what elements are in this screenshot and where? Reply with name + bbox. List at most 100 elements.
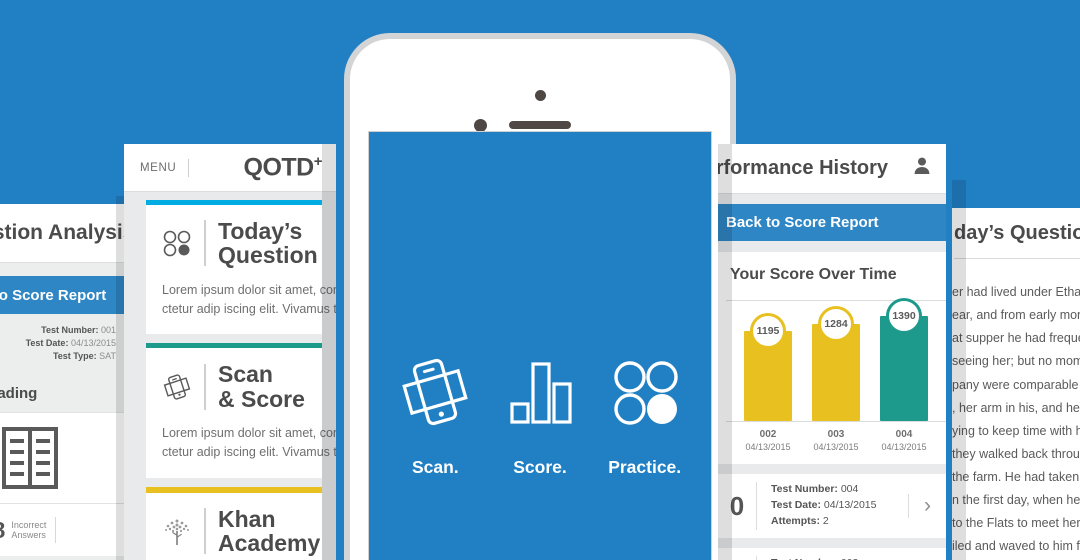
- card-body: Today’s Question Lorem ipsum dolor sit a…: [146, 205, 336, 334]
- qotd-card-todays-question[interactable]: Today’s Question Lorem ipsum dolor sit a…: [146, 200, 336, 335]
- card-body: Khan Academy: [146, 493, 322, 560]
- reading-passage: er had lived under Ethan’s ear, and from …: [952, 271, 1080, 560]
- document-icon: [2, 427, 58, 490]
- meta-test-date: Test Date: 04/13/2015: [25, 338, 116, 349]
- back-to-score-report-button[interactable]: Back to Score Report: [0, 276, 130, 314]
- bar-chart-icon: [502, 354, 578, 435]
- qotd-card-scan-and-score[interactable]: Scan & Score Lorem ipsum dolor sit amet,…: [146, 343, 336, 478]
- feature-practice[interactable]: Practice.: [592, 354, 697, 478]
- history-details: Test Number: 004 Test Date: 04/13/2015 A…: [756, 482, 908, 530]
- chart-bar-group[interactable]: 1390: [880, 298, 928, 421]
- reading-line: to the Flats to meet her, a: [952, 516, 1080, 531]
- meta-test-number: Test Number: 001: [41, 325, 116, 335]
- feature-label: Practice.: [608, 457, 682, 477]
- card-heading-row: Scan & Score: [162, 362, 322, 411]
- qotd-logo: QOTD+: [243, 152, 323, 182]
- chart-x-tick: 004 04/13/2015: [881, 429, 927, 452]
- page-title: Question Analysis: [0, 221, 130, 244]
- scan-phone-icon: [162, 371, 192, 403]
- reading-line: ear, and from early mor nin: [952, 308, 1080, 323]
- header-rule: [954, 258, 1080, 259]
- chart-plot-area: 1195 1284 1390: [726, 298, 946, 422]
- question-analysis-header: Question Analysis: [0, 204, 130, 262]
- performance-history-panel: rformance History Back to Score Report Y…: [718, 144, 946, 560]
- feature-row: Scan. Score. Practice.: [369, 354, 711, 478]
- menu-button[interactable]: MENU: [140, 162, 176, 174]
- history-details: Test Number: 003 Test Date: 04/13/2015 A…: [756, 556, 908, 560]
- phone-screen: Scan. Score. Practice.: [368, 131, 712, 560]
- card-title: Scan & Score: [218, 361, 305, 412]
- history-row[interactable]: 0 Test Number: 004 Test Date: 04/13/2015…: [718, 474, 946, 538]
- card-divider: [204, 363, 206, 410]
- qotd-card-khan-academy[interactable]: Khan Academy: [146, 486, 322, 560]
- performance-history-header: rformance History: [718, 144, 946, 193]
- chart-value-bubble: 1284: [818, 306, 854, 342]
- reading-line: at supper he had frequen: [952, 331, 1080, 346]
- chart-value-bubble: 1390: [886, 298, 922, 334]
- reading-line: the farm. He had taken t: [952, 470, 1080, 484]
- dots-grid-icon: [162, 229, 192, 257]
- reading-line: , her arm in his, and her: [952, 400, 1080, 415]
- meta-test-type: Test Type: SAT: [52, 351, 116, 362]
- chart-bar-group[interactable]: 1284: [812, 306, 860, 421]
- card-title: Today’s Question: [218, 218, 318, 269]
- user-icon[interactable]: [912, 156, 932, 181]
- screenshot-stage: Question Analysis Back to Score Report T…: [0, 0, 1080, 560]
- question-analysis-panel: Question Analysis Back to Score Report T…: [0, 196, 130, 560]
- incorrect-answers-count: 8: [0, 517, 5, 544]
- feature-label: Scan.: [411, 457, 459, 477]
- chart-title: Your Score Over Time: [730, 266, 897, 283]
- card-description: Lorem ipsum dolor sit amet, cor ctetur a…: [162, 282, 336, 316]
- card-description: Lorem ipsum dolor sit amet, cor ctetur a…: [162, 426, 336, 459]
- chart-x-tick: 003 04/13/2015: [813, 429, 859, 452]
- chart-x-tick: 002 04/13/2015: [745, 429, 791, 452]
- qotd-panel: MENU QOTD+ Today’s Question Lorem ipsum …: [124, 144, 336, 560]
- todays-question-reading-panel: day’s Question er had lived under Ethan’…: [952, 180, 1080, 560]
- panel-left-shadow: [718, 144, 732, 560]
- document-icon-container: [0, 412, 130, 505]
- card-heading-row: Khan Academy: [162, 505, 322, 556]
- section-title: on 1 - Reading: [0, 385, 38, 403]
- cell-divider: [55, 517, 57, 544]
- history-row[interactable]: 4 Test Number: 003 Test Date: 04/13/2015…: [718, 548, 946, 560]
- panel-right-shadow: [322, 144, 336, 560]
- score-over-time-chart-card: Your Score Over Time 1195 1284 1390 002 …: [718, 252, 946, 464]
- test-meta: Test Number: 001 Test Date: 04/13/2015 T…: [0, 314, 130, 373]
- feature-label: Score.: [513, 457, 567, 477]
- incorrect-answers-cell: 8 Incorrect Answers: [0, 517, 55, 544]
- card-body: Scan & Score Lorem ipsum dolor sit amet,…: [146, 348, 336, 477]
- panel-left-shadow: [952, 180, 966, 560]
- chart-bar-group[interactable]: 1195: [744, 313, 792, 421]
- panel-top-accent-bar: [0, 196, 130, 204]
- card-title: Khan Academy: [218, 505, 321, 556]
- card-divider: [204, 507, 206, 554]
- back-to-score-report-button[interactable]: Back to Score Report: [718, 204, 946, 241]
- page-title: day’s Question: [954, 222, 1080, 244]
- header-divider: [188, 158, 190, 177]
- reading-line: er had lived under Ethan’s: [952, 285, 1080, 299]
- chevron-right-icon[interactable]: ›: [908, 494, 946, 518]
- reading-line: ying to keep time with his: [952, 423, 1080, 438]
- reading-header: day’s Question: [952, 208, 1080, 271]
- earpiece-speaker-icon: [509, 121, 571, 129]
- qotd-header: MENU QOTD+: [124, 144, 336, 191]
- chart-value-bubble: 1195: [750, 313, 786, 349]
- incorrect-answers-label: Incorrect Answers: [11, 519, 47, 541]
- reading-line: n the first day, when he ha: [952, 493, 1080, 508]
- panel-top-accent-bar: [952, 180, 1080, 208]
- phone-mockup: Scan. Score. Practice.: [344, 33, 736, 560]
- card-heading-row: Today’s Question: [162, 219, 322, 268]
- card-divider: [204, 220, 206, 267]
- reading-line: seeing her; but no mome: [952, 354, 1080, 369]
- reading-line: pany were comparable to: [952, 377, 1080, 392]
- page-title: rformance History: [718, 157, 888, 179]
- feature-score[interactable]: Score.: [488, 354, 593, 478]
- reading-line: iled and waved to him fro: [952, 539, 1080, 554]
- dots-grid-icon: [607, 354, 683, 435]
- khan-tree-icon: [162, 514, 192, 548]
- chart-x-labels: 002 04/13/2015 003 04/13/2015 004 04/13/…: [726, 422, 946, 464]
- feature-scan[interactable]: Scan.: [383, 354, 488, 478]
- proximity-sensor-icon: [535, 90, 546, 101]
- answer-summary-row: Correct Answers 8 Incorrect Answers: [0, 504, 130, 557]
- reading-line: they walked back through: [952, 446, 1080, 461]
